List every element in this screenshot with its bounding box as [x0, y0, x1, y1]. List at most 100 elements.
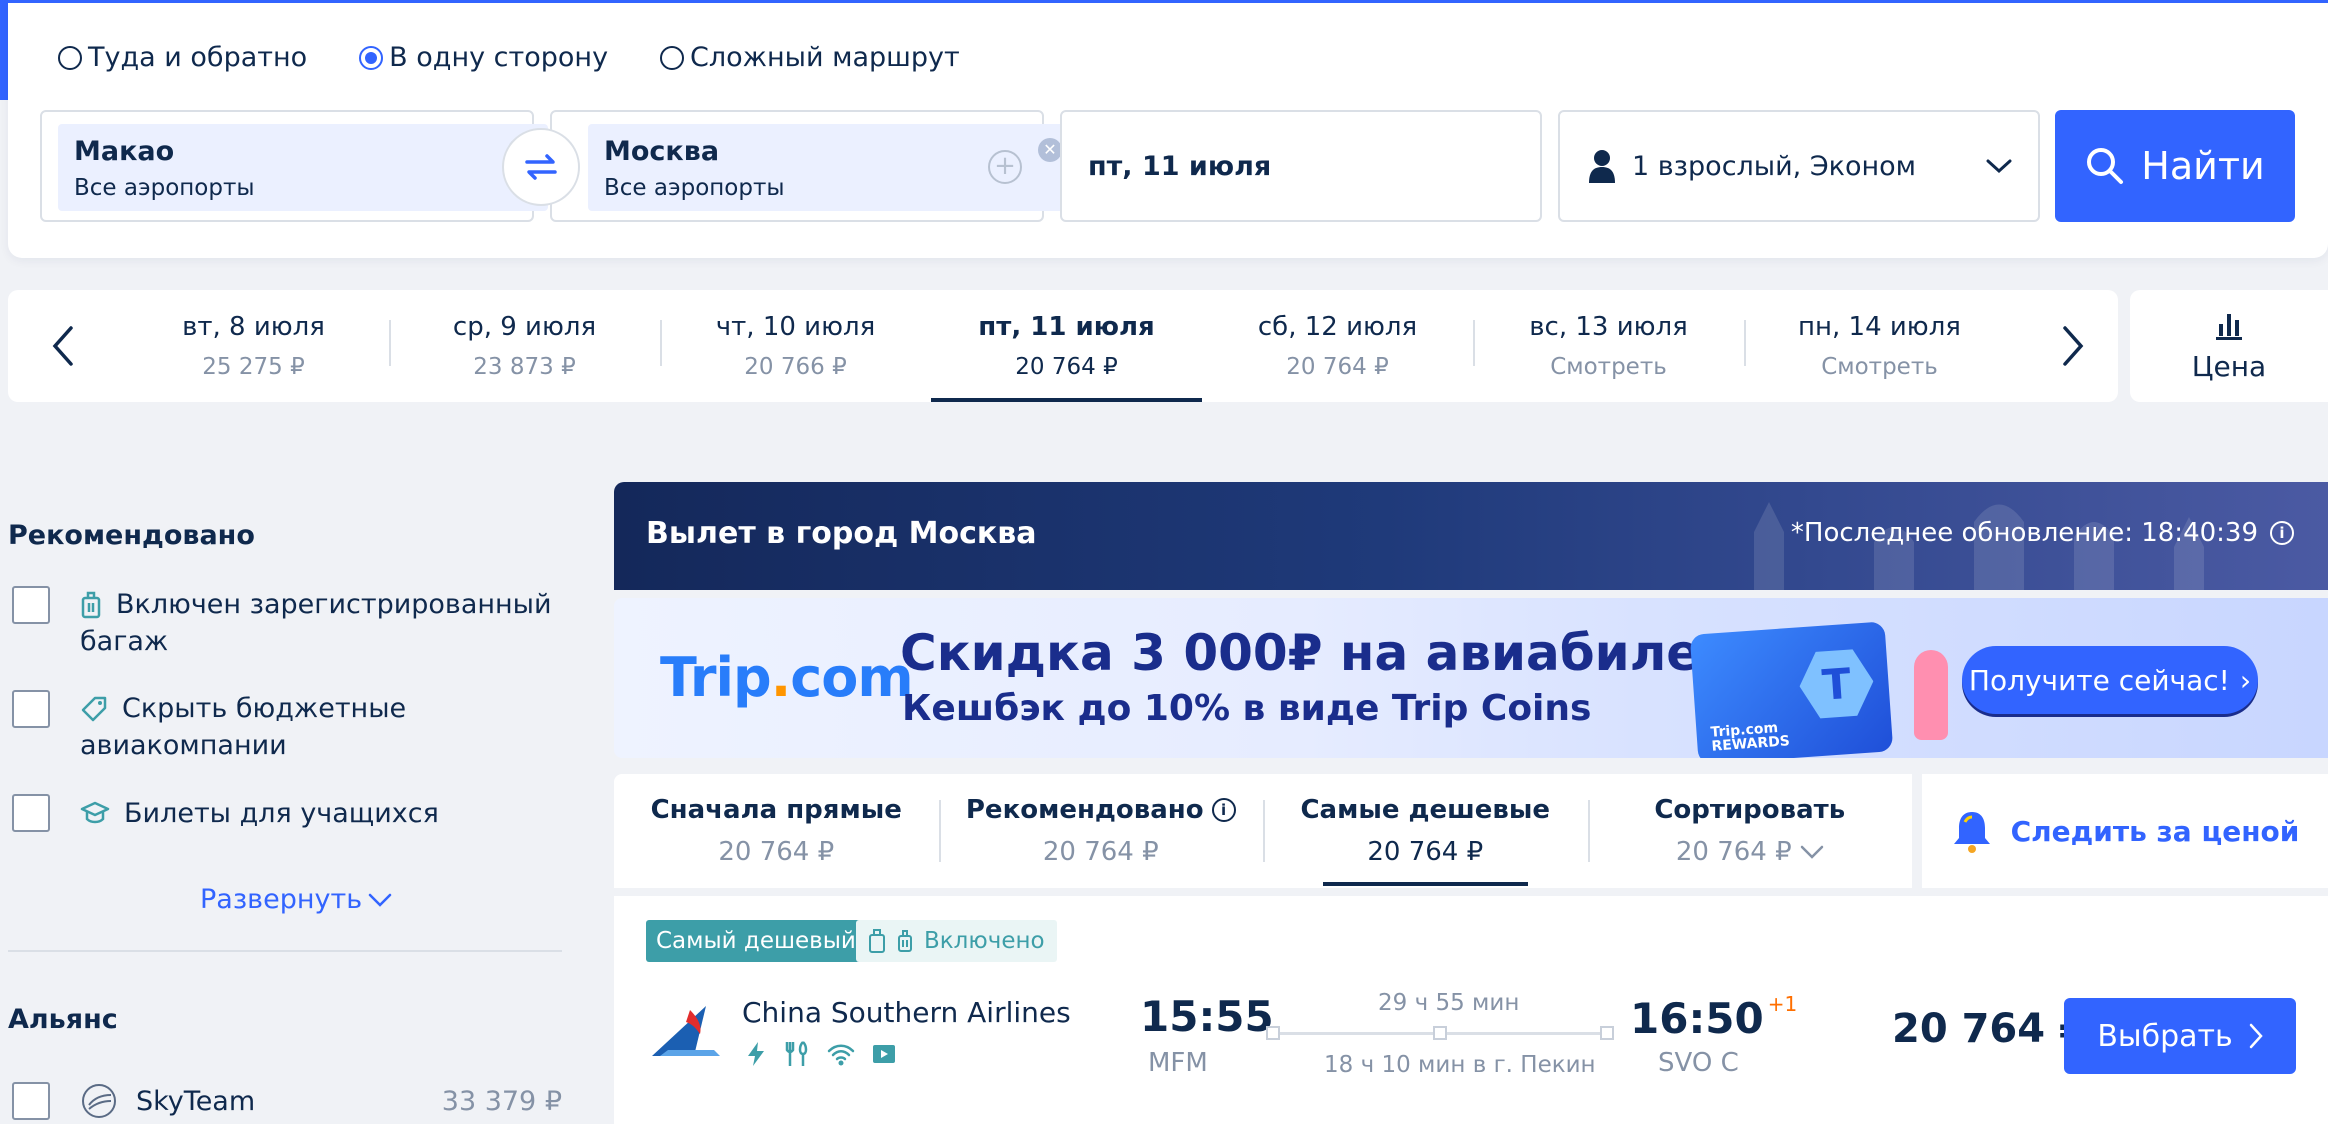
date-cell[interactable]: чт, 10 июля 20 766 ₽ [660, 290, 931, 402]
date-cell[interactable]: пн, 14 июля Смотреть [1744, 290, 2015, 402]
date-strip: вт, 8 июля 25 275 ₽ ср, 9 июля 23 873 ₽ … [8, 290, 2118, 402]
watch-price-button[interactable]: Следить за ценой [1922, 774, 2328, 888]
sort-direct-first[interactable]: Сначала прямые 20 764 ₽ [614, 774, 939, 888]
swap-icon [525, 154, 557, 180]
price-toggle-label: Цена [2191, 349, 2267, 383]
info-icon[interactable]: i [2270, 521, 2294, 545]
search-button-label: Найти [2141, 144, 2265, 188]
from-airports: Все аэропорты [74, 175, 255, 201]
filter-section-recommended: Рекомендовано [8, 520, 255, 551]
prev-dates-button[interactable] [8, 290, 118, 402]
radio-multi-city[interactable]: Сложный маршрут [660, 42, 960, 73]
date-cell[interactable]: вс, 13 июля Смотреть [1473, 290, 1744, 402]
date-cell[interactable]: сб, 12 июля 20 764 ₽ [1202, 290, 1473, 402]
filter-label: Билеты для учащихся [124, 797, 439, 829]
passengers-value: 1 взрослый, Эконом [1632, 150, 1917, 182]
date-label: вт, 8 июля [182, 312, 325, 342]
filter-checked-baggage[interactable]: Включен зарегистрированный багаж [12, 586, 572, 660]
bar-chart-icon [2216, 313, 2242, 340]
add-destination-icon[interactable]: + [988, 150, 1022, 184]
route-node-stop [1433, 1026, 1447, 1040]
select-flight-button[interactable]: Выбрать [2064, 998, 2296, 1074]
radio-round-trip[interactable]: Туда и обратно [58, 42, 307, 73]
flamingo-decoration [1914, 650, 1948, 740]
results-header-title: Вылет в город Москва [646, 516, 1037, 551]
power-outlet-icon [748, 1042, 764, 1066]
date-list: вт, 8 июля 25 275 ₽ ср, 9 июля 23 873 ₽ … [118, 290, 2018, 402]
swap-cities-button[interactable] [502, 128, 580, 206]
chevron-down-icon [1986, 159, 2012, 174]
filter-hide-budget[interactable]: Скрыть бюджетные авиакомпании [12, 690, 572, 764]
filter-alliance-skyteam[interactable]: SkyTeam 33 379 ₽ [12, 1082, 562, 1120]
departure-time: 15:55 [1140, 992, 1274, 1041]
info-icon[interactable]: i [1211, 798, 1236, 822]
from-city-chip: Макао Все аэропорты ✕ [58, 124, 548, 211]
stopover-info: 18 ч 10 мин в г. Пекин [1324, 1052, 1596, 1078]
checkbox[interactable] [12, 586, 50, 624]
arrival-airport: SVO C [1658, 1048, 1739, 1078]
radio-label: В одну сторону [389, 42, 609, 73]
checkbox[interactable] [12, 794, 50, 832]
sort-label: Сначала прямые [650, 795, 902, 825]
sort-label: Самые дешевые [1300, 795, 1551, 825]
promo-subline: Кешбэк до 10% в виде Trip Coins [902, 688, 1592, 729]
date-cell-selected[interactable]: пт, 11 июля 20 764 ₽ [931, 290, 1202, 402]
date-label: вс, 13 июля [1529, 312, 1688, 342]
flight-duration: 29 ч 55 мин [1378, 990, 1520, 1016]
filter-label: Включен зарегистрированный [116, 589, 552, 620]
expand-label: Развернуть [200, 884, 363, 915]
sort-cheapest[interactable]: Самые дешевые 20 764 ₽ [1263, 774, 1588, 888]
price-chart-toggle[interactable]: Цена [2130, 290, 2328, 402]
date-value: пт, 11 июля [1088, 150, 1272, 182]
radio-label: Сложный маршрут [690, 42, 960, 73]
date-label: чт, 10 июля [715, 312, 876, 342]
sort-price: 20 764 ₽ [1042, 837, 1159, 867]
radio-dot [660, 45, 685, 70]
date-label: пн, 14 июля [1798, 312, 1961, 342]
date-label: сб, 12 июля [1257, 312, 1418, 342]
clear-to-icon[interactable]: ✕ [1038, 138, 1062, 162]
rewards-card-text: Trip.com REWARDS [1710, 720, 1791, 755]
arrival-time: 16:50 [1630, 994, 1764, 1043]
to-field[interactable]: Москва Все аэропорты ✕ + [550, 110, 1078, 222]
date-price: 20 764 ₽ [1286, 354, 1389, 380]
last-update-text: *Последнее обновление: 18:40:39 [1790, 518, 2258, 548]
date-cell[interactable]: вт, 8 июля 25 275 ₽ [118, 290, 389, 402]
filter-student-tickets[interactable]: Билеты для учащихся [12, 794, 572, 832]
sort-recommended[interactable]: Рекомендовано i 20 764 ₽ [938, 774, 1264, 888]
filter-label-cont: авиакомпании [80, 730, 287, 761]
date-field[interactable]: пт, 11 июля [1060, 110, 1542, 222]
luggage-icon [898, 930, 912, 952]
filter-label: Скрыть бюджетные [122, 693, 407, 724]
checkbox[interactable] [12, 690, 50, 728]
from-field[interactable]: Макао Все аэропорты ✕ [40, 110, 548, 222]
chevron-right-icon: › [2239, 663, 2252, 697]
date-price: Смотреть [1821, 354, 1938, 380]
date-price: 25 275 ₽ [202, 354, 305, 380]
promo-cta-button[interactable]: Получите сейчас! › [1962, 646, 2258, 714]
flight-price: 20 764 ₽ [1892, 1006, 2087, 1052]
search-button[interactable]: Найти [2055, 110, 2295, 222]
airline-logo-icon [652, 1006, 720, 1056]
next-dates-button[interactable] [2018, 290, 2128, 402]
route-node-dest [1600, 1026, 1614, 1040]
promo-banner[interactable]: Trip.com Скидка 3 000₽ на авиабилеты Кеш… [614, 598, 2328, 758]
chevron-right-icon [2063, 326, 2084, 366]
search-icon [2087, 148, 2124, 184]
sort-dropdown[interactable]: Сортировать 20 764 ₽ [1587, 774, 1913, 888]
passengers-field[interactable]: 1 взрослый, Эконом [1558, 110, 2040, 222]
trip-com-logo: Trip.com [660, 646, 914, 709]
checkbox[interactable] [12, 1082, 50, 1120]
from-city: Макао [74, 136, 175, 167]
radio-one-way[interactable]: В одну сторону [359, 42, 608, 73]
date-cell[interactable]: ср, 9 июля 23 873 ₽ [389, 290, 660, 402]
graduation-cap-icon [80, 801, 110, 824]
arrival-time-wrap: 16:50 +1 [1630, 992, 1797, 1043]
to-city: Москва [604, 136, 720, 167]
promo-cta-label: Получите сейчас! [1968, 663, 2230, 697]
alliance-price: 33 379 ₽ [441, 1085, 562, 1117]
expand-filters-link[interactable]: Развернуть [200, 884, 392, 915]
select-flight-label: Выбрать [2097, 1018, 2233, 1054]
flight-card[interactable]: Самый дешевый Включено China Southern Ai… [614, 896, 2328, 1124]
meal-icon [785, 1041, 808, 1066]
